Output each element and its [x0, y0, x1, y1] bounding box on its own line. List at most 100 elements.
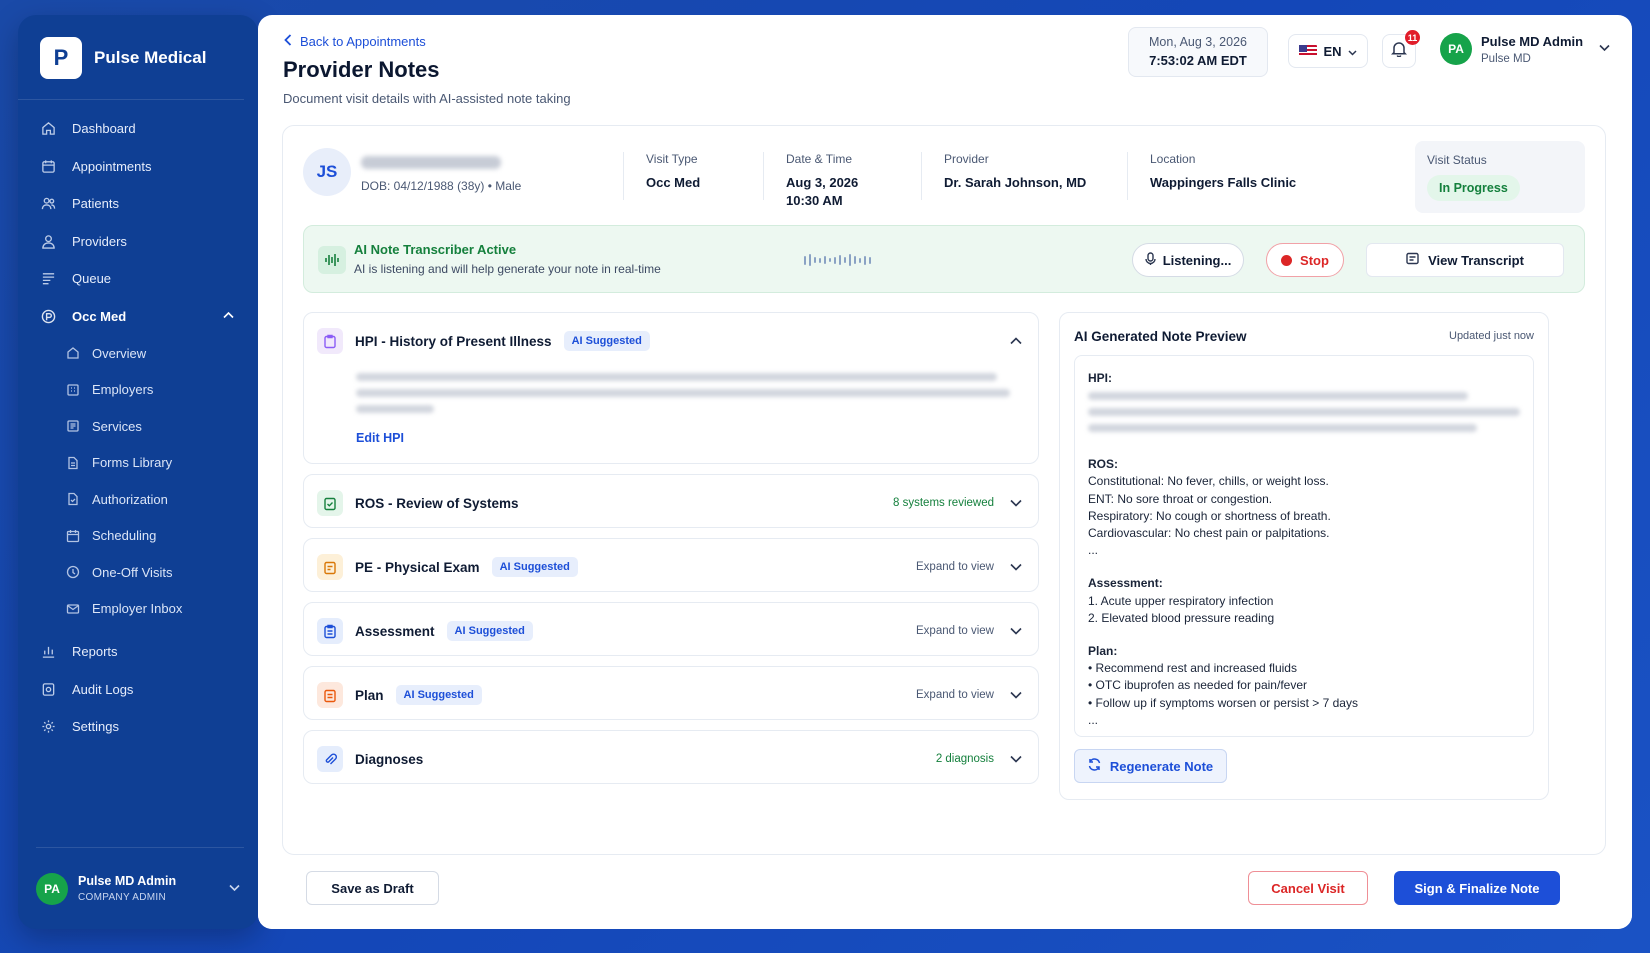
sidebar-item-label: Patients [72, 196, 119, 212]
edit-hpi-link[interactable]: Edit HPI [356, 431, 404, 445]
notifications-button[interactable]: 11 [1382, 30, 1420, 68]
calendar-icon [66, 529, 80, 543]
sidebar-item-settings[interactable]: Settings [18, 708, 258, 746]
section-ros-right: 8 systems reviewed [893, 496, 1022, 510]
section-plan-header[interactable]: Plan AI Suggested Expand to view [317, 681, 1022, 709]
stop-button[interactable]: Stop [1266, 243, 1344, 277]
current-date: Mon, Aug 3, 2026 [1149, 35, 1247, 49]
sidebar-subitem-one-off-visits[interactable]: One-Off Visits [18, 554, 258, 591]
view-transcript-button[interactable]: View Transcript [1366, 243, 1564, 277]
patient-name-redacted [361, 156, 501, 169]
section-plan: Plan AI Suggested Expand to view [303, 666, 1039, 720]
wave-bar [829, 258, 831, 262]
sidebar-item-occ-med[interactable]: Occ Med [18, 298, 258, 336]
avatar: PA [36, 872, 68, 905]
section-ros-header[interactable]: ROS - Review of Systems 8 systems review… [317, 489, 1022, 517]
plan-icon [317, 682, 343, 708]
audio-wave-icon [318, 246, 346, 274]
sidebar-item-providers[interactable]: Providers [18, 223, 258, 261]
back-link[interactable]: Back to Appointments [284, 34, 426, 49]
sidebar: P Pulse Medical Dashboard Appointments P… [18, 15, 258, 929]
visit-type-field: Visit Type Occ Med [623, 152, 763, 200]
sidebar-subitem-employer-inbox[interactable]: Employer Inbox [18, 591, 258, 628]
sidebar-subitem-forms-library[interactable]: Forms Library [18, 445, 258, 482]
preview-updated: Updated just now [1449, 330, 1534, 342]
preview-ros-line: Constitutional: No fever, chills, or wei… [1088, 474, 1329, 489]
chevron-left-icon [284, 34, 292, 49]
sidebar-subitem-label: Employer Inbox [92, 601, 183, 617]
back-link-label: Back to Appointments [300, 34, 426, 49]
chevron-down-icon [1599, 43, 1610, 55]
avatar: PA [1440, 33, 1472, 65]
section-diagnoses-header[interactable]: Diagnoses 2 diagnosis [317, 745, 1022, 773]
patient-dob: DOB: 04/12/1988 (38y) • Male [361, 179, 522, 193]
sidebar-subitem-label: One-Off Visits [92, 564, 173, 580]
preview-ros-line: Cardiovascular: No chest pain or palpita… [1088, 526, 1330, 541]
user-menu-text: Pulse MD Admin Pulse MD [1481, 34, 1583, 65]
current-time: 7:53:02 AM EDT [1149, 53, 1247, 68]
home-icon [40, 121, 56, 137]
regenerate-label: Regenerate Note [1109, 758, 1214, 774]
user-menu[interactable]: PA Pulse MD Admin Pulse MD [1440, 33, 1610, 65]
transcript-icon [1406, 252, 1419, 268]
refresh-icon [1088, 758, 1101, 774]
brand-logo: P [40, 37, 82, 79]
section-hpi-header[interactable]: HPI - History of Present Illness AI Sugg… [317, 327, 1022, 355]
user-org: Pulse MD [1481, 52, 1531, 65]
section-diagnoses: Diagnoses 2 diagnosis [303, 730, 1039, 784]
diagnosis-count: 2 diagnosis [935, 753, 994, 765]
preview-assessment-line: 1. Acute upper respiratory infection [1088, 593, 1274, 608]
section-title: Assessment [355, 623, 435, 639]
sign-finalize-button[interactable]: Sign & Finalize Note [1394, 871, 1560, 905]
sidebar-subitem-overview[interactable]: Overview [18, 335, 258, 372]
redacted-line [1088, 392, 1469, 401]
sidebar-item-patients[interactable]: Patients [18, 185, 258, 223]
current-datetime: Mon, Aug 3, 2026 7:53:02 AM EDT [1128, 27, 1268, 77]
sidebar-item-label: Providers [72, 233, 127, 249]
section-pe-header[interactable]: PE - Physical Exam AI Suggested Expand t… [317, 553, 1022, 581]
mail-icon [66, 602, 80, 616]
regenerate-note-button[interactable]: Regenerate Note [1074, 749, 1227, 783]
section-title: Diagnoses [355, 751, 424, 767]
preview-plan-heading: Plan: [1088, 644, 1118, 659]
sidebar-item-queue[interactable]: Queue [18, 260, 258, 298]
language-selector[interactable]: EN [1288, 34, 1368, 68]
sidebar-item-reports[interactable]: Reports [18, 633, 258, 671]
ai-banner-subtitle: AI is listening and will help generate y… [354, 262, 661, 276]
wave-bar [869, 256, 871, 264]
wave-bar [859, 257, 861, 263]
sidebar-subitem-label: Overview [92, 345, 147, 361]
sidebar-subitem-services[interactable]: Services [18, 408, 258, 445]
cancel-visit-button[interactable]: Cancel Visit [1248, 871, 1368, 905]
sidebar-subitem-authorization[interactable]: Authorization [18, 481, 258, 518]
listening-button[interactable]: Listening... [1132, 243, 1244, 277]
sidebar-item-dashboard[interactable]: Dashboard [18, 110, 258, 148]
chevron-down-icon [1010, 624, 1022, 638]
sidebar-item-appointments[interactable]: Appointments [18, 148, 258, 186]
wave-bar [814, 257, 816, 263]
sidebar-subitem-employers[interactable]: Employers [18, 372, 258, 409]
authorization-icon [66, 492, 80, 506]
notification-badge: 11 [1405, 30, 1420, 45]
section-assessment-header[interactable]: Assessment AI Suggested Expand to view [317, 617, 1022, 645]
provider-field: Provider Dr. Sarah Johnson, MD [921, 152, 1127, 200]
occ-med-icon [40, 308, 56, 324]
wave-bar [849, 254, 851, 266]
paperclip-icon [317, 746, 343, 772]
sidebar-subitem-label: Authorization [92, 491, 168, 507]
visit-status-label: Visit Status [1427, 153, 1487, 167]
sidebar-item-audit-logs[interactable]: Audit Logs [18, 671, 258, 709]
wave-bar [834, 256, 836, 264]
provider-icon [40, 233, 56, 249]
provider-value: Dr. Sarah Johnson, MD [944, 175, 1087, 190]
save-draft-button[interactable]: Save as Draft [306, 871, 439, 905]
sidebar-subitem-scheduling[interactable]: Scheduling [18, 518, 258, 555]
preview-hpi-heading: HPI: [1088, 371, 1112, 385]
chart-icon [40, 644, 56, 660]
sidebar-user-menu[interactable]: PA Pulse MD Admin COMPANY ADMIN [36, 847, 244, 929]
chevron-up-icon [223, 310, 234, 322]
brand[interactable]: P Pulse Medical [18, 15, 244, 100]
preview-note-body: HPI: ROS: Constitutional: No fever, chil… [1074, 355, 1534, 737]
